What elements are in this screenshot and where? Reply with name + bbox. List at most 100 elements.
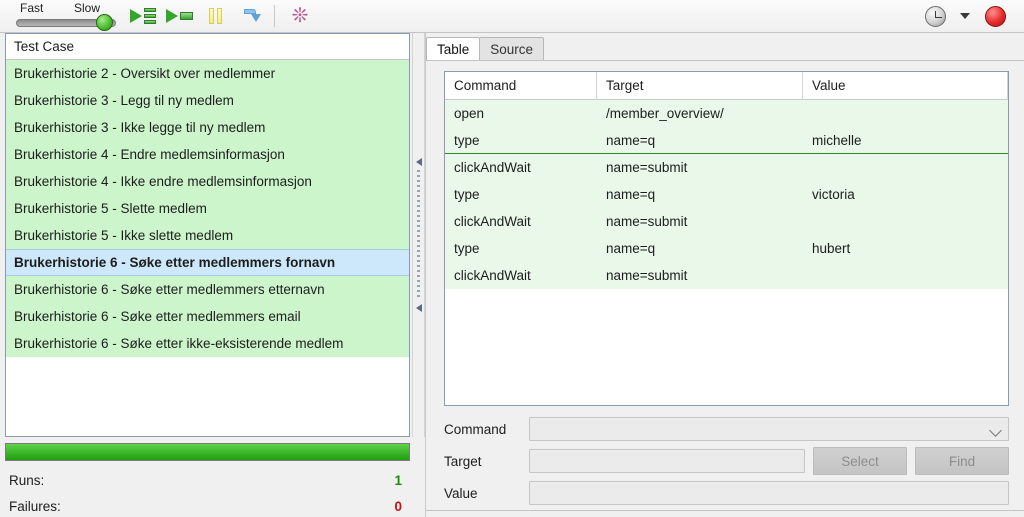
panel-splitter[interactable] <box>412 33 425 437</box>
pause-button[interactable] <box>198 2 232 30</box>
test-case-item[interactable]: Brukerhistorie 6 - Søke etter medlemmers… <box>6 276 409 303</box>
splitter-collapse-up-icon[interactable] <box>415 158 422 166</box>
test-case-item[interactable]: Brukerhistorie 4 - Ikke endre medlemsinf… <box>6 168 409 195</box>
test-case-item[interactable]: Brukerhistorie 6 - Søke etter medlemmers… <box>6 249 409 276</box>
command-input[interactable] <box>529 417 1009 441</box>
column-header-value[interactable]: Value <box>803 72 1008 100</box>
target-field-label: Target <box>444 453 482 469</box>
select-button[interactable]: Select <box>813 447 907 475</box>
command-row[interactable]: clickAndWait name=submit <box>445 208 1008 235</box>
command-table[interactable]: Command Target Value open/member_overvie… <box>444 71 1009 406</box>
splitter-collapse-down-icon[interactable] <box>415 304 422 312</box>
run-progress-fill <box>6 444 409 460</box>
stat-value: 1 <box>394 472 402 488</box>
cell-target[interactable]: name=q <box>597 127 803 154</box>
tab-source[interactable]: Source <box>479 37 545 61</box>
tabs-underline <box>426 60 1024 61</box>
cell-value[interactable]: michelle <box>803 127 1008 154</box>
cell-command[interactable]: open <box>445 100 597 127</box>
cell-target[interactable]: name=submit <box>597 262 803 289</box>
single-bar-icon <box>179 12 193 20</box>
stat-row: Runs: 1 <box>5 467 410 493</box>
cell-command[interactable]: type <box>445 127 597 154</box>
panel-bottom-divider <box>426 510 1024 511</box>
test-case-panel: Test Case Brukerhistorie 2 - Oversikt ov… <box>0 33 425 517</box>
test-case-item[interactable]: Brukerhistorie 6 - Søke etter medlemmers… <box>6 303 409 330</box>
play-multiple-icon <box>130 9 142 23</box>
stat-label: Failures: <box>9 498 61 514</box>
command-row[interactable]: type name=q michelle <box>445 127 1008 154</box>
command-table-header: Command Target Value <box>445 72 1008 100</box>
stat-label: Runs: <box>9 472 45 488</box>
chevron-down-icon[interactable] <box>989 424 1002 437</box>
cell-value[interactable]: victoria <box>803 181 1008 208</box>
command-editor: Command Target Select Find Value <box>444 413 1009 509</box>
cell-command[interactable]: clickAndWait <box>445 208 597 235</box>
step-icon <box>242 8 261 25</box>
command-field-label: Command <box>444 421 507 437</box>
cell-command[interactable]: type <box>445 235 597 262</box>
cell-command[interactable]: clickAndWait <box>445 154 597 181</box>
step-button[interactable] <box>234 2 268 30</box>
test-case-item[interactable]: Brukerhistorie 5 - Slette medlem <box>6 195 409 222</box>
editor-value-row: Value <box>444 477 1009 509</box>
editor-command-row: Command <box>444 413 1009 445</box>
test-case-item[interactable]: Brukerhistorie 2 - Oversikt over medlemm… <box>6 60 409 87</box>
test-case-item[interactable]: Brukerhistorie 3 - Legg til ny medlem <box>6 87 409 114</box>
cell-command[interactable]: clickAndWait <box>445 262 597 289</box>
cell-value[interactable]: hubert <box>803 235 1008 262</box>
column-header-command[interactable]: Command <box>445 72 597 100</box>
editor-target-row: Target Select Find <box>444 445 1009 477</box>
speed-slider-knob[interactable] <box>96 13 113 31</box>
command-row[interactable]: open/member_overview/ <box>445 100 1008 127</box>
command-row[interactable]: clickAndWait name=submit <box>445 154 1008 181</box>
rollup-button[interactable]: ❊ <box>283 2 317 30</box>
target-input[interactable] <box>529 449 805 473</box>
test-case-list-box: Test Case Brukerhistorie 2 - Oversikt ov… <box>5 33 410 437</box>
command-row[interactable]: type name=q victoria <box>445 181 1008 208</box>
run-current-test-button[interactable] <box>162 2 196 30</box>
record-icon <box>984 5 1006 27</box>
command-row[interactable]: type name=q hubert <box>445 235 1008 262</box>
stat-value: 0 <box>394 498 402 514</box>
selenium-ide-window: Fast Slow ❊ Test Case Brukerhistorie 2 -… <box>0 0 1024 517</box>
test-case-item[interactable]: Brukerhistorie 5 - Ikke slette medlem <box>6 222 409 249</box>
run-progress-bar <box>5 443 410 461</box>
speed-slider[interactable]: Fast Slow <box>12 1 124 32</box>
history-button[interactable] <box>918 2 952 30</box>
cell-target[interactable]: name=submit <box>597 154 803 181</box>
clock-icon <box>924 5 946 27</box>
spiral-icon: ❊ <box>291 5 309 27</box>
value-input[interactable] <box>529 481 1009 505</box>
cell-target[interactable]: name=q <box>597 235 803 262</box>
record-button[interactable] <box>978 2 1012 30</box>
test-case-item[interactable]: Brukerhistorie 6 - Søke etter ikke-eksis… <box>6 330 409 357</box>
splitter-grip[interactable] <box>417 170 420 300</box>
cell-target[interactable]: name=q <box>597 181 803 208</box>
cell-target[interactable]: name=submit <box>597 208 803 235</box>
command-table-body: open/member_overview/type name=q michelle c… <box>445 100 1008 289</box>
speed-slow-label: Slow <box>74 0 101 15</box>
chevron-down-icon <box>960 13 970 19</box>
cell-command[interactable]: type <box>445 181 597 208</box>
play-single-icon <box>165 9 178 23</box>
toolbar-separator <box>274 5 275 27</box>
test-case-list[interactable]: Brukerhistorie 2 - Oversikt over medlemm… <box>6 60 409 357</box>
speed-fast-label: Fast <box>20 0 44 15</box>
test-case-item[interactable]: Brukerhistorie 3 - Ikke legge til ny med… <box>6 114 409 141</box>
command-row[interactable]: clickAndWait name=submit <box>445 262 1008 289</box>
multiple-bars-icon <box>144 8 156 24</box>
column-header-target[interactable]: Target <box>597 72 803 100</box>
value-field-label: Value <box>444 485 478 501</box>
test-case-item[interactable]: Brukerhistorie 4 - Endre medlemsinformas… <box>6 141 409 168</box>
main-toolbar: Fast Slow ❊ <box>0 0 1024 33</box>
history-dropdown-button[interactable] <box>954 2 976 30</box>
detail-tabs: Table Source <box>426 37 545 61</box>
find-button[interactable]: Find <box>915 447 1009 475</box>
test-case-list-header: Test Case <box>6 34 409 60</box>
tab-table[interactable]: Table <box>426 37 481 61</box>
cell-target[interactable]: /member_overview/ <box>597 100 803 127</box>
run-all-tests-button[interactable] <box>126 2 160 30</box>
stat-row: Failures: 0 <box>5 493 410 517</box>
test-detail-panel: Table Source Command Target Value open/me… <box>425 33 1024 517</box>
